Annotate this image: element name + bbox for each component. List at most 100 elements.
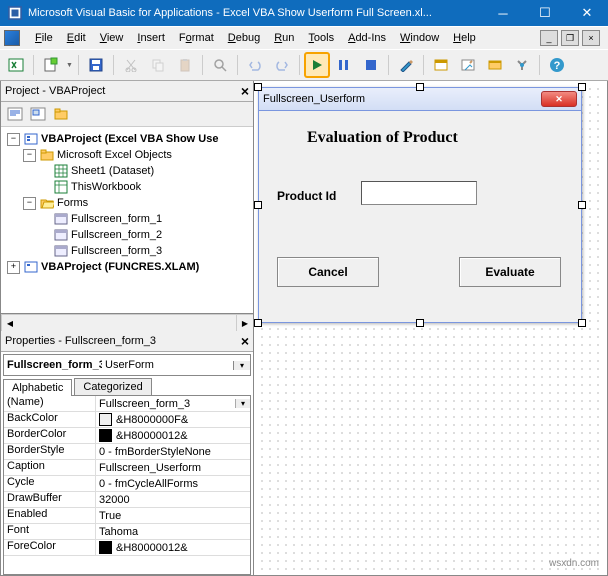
menu-debug[interactable]: Debug [221, 30, 267, 46]
prop-borderstyle-value[interactable]: 0 - fmBorderStyleNone [96, 444, 250, 459]
userform[interactable]: Fullscreen_Userform ✕ Evaluation of Prod… [258, 87, 582, 323]
tree-vbaproject[interactable]: VBAProject (Excel VBA Show Use [41, 133, 218, 145]
undo-icon[interactable] [243, 53, 267, 77]
help-icon[interactable]: ? [545, 53, 569, 77]
project-pane-title-text: Project - VBAProject [5, 85, 105, 97]
save-icon[interactable] [84, 53, 108, 77]
prop-forecolor-value[interactable]: &H80000012& [116, 542, 188, 554]
menu-window[interactable]: Window [393, 30, 446, 46]
resize-handle[interactable] [254, 201, 262, 209]
properties-pane-title: Properties - Fullscreen_form_3 × [1, 331, 253, 352]
resize-handle[interactable] [578, 201, 586, 209]
resize-handle[interactable] [254, 83, 262, 91]
project-explorer-icon[interactable] [429, 53, 453, 77]
view-excel-icon[interactable] [4, 53, 28, 77]
object-browser-icon[interactable] [483, 53, 507, 77]
insert-module-icon[interactable] [39, 53, 63, 77]
mdi-restore-button[interactable]: ❐ [561, 30, 579, 46]
toolbox-icon[interactable] [510, 53, 534, 77]
tab-alphabetic[interactable]: Alphabetic [3, 379, 72, 396]
prop-bordercolor-key: BorderColor [4, 428, 96, 443]
cancel-button[interactable]: Cancel [277, 257, 379, 287]
prop-backcolor-value[interactable]: &H8000000F& [116, 414, 188, 426]
window-minimize-button[interactable]: ─ [482, 0, 524, 26]
view-object-icon[interactable] [28, 105, 48, 123]
menu-run[interactable]: Run [267, 30, 301, 46]
prop-backcolor-key: BackColor [4, 412, 96, 427]
userform-close-button[interactable]: ✕ [541, 91, 577, 107]
cut-icon[interactable] [119, 53, 143, 77]
chevron-down-icon[interactable]: ▾ [233, 361, 250, 370]
heading-label[interactable]: Evaluation of Product [307, 129, 458, 147]
object-type: UserForm [102, 359, 233, 371]
paste-icon[interactable] [173, 53, 197, 77]
project-tree[interactable]: −VBAProject (Excel VBA Show Use −Microso… [1, 127, 253, 314]
tree-expander[interactable]: − [23, 197, 36, 210]
toggle-folders-icon[interactable] [51, 105, 71, 123]
window-close-button[interactable]: ✕ [566, 0, 608, 26]
prop-caption-value[interactable]: Fullscreen_Userform [96, 460, 250, 475]
window-maximize-button[interactable]: ☐ [524, 0, 566, 26]
prop-drawbuffer-value[interactable]: 32000 [96, 492, 250, 507]
mdi-minimize-button[interactable]: _ [540, 30, 558, 46]
tree-forms-folder[interactable]: Forms [57, 197, 88, 209]
tree-excel-objects-folder[interactable]: Microsoft Excel Objects [57, 149, 172, 161]
prop-font-key: Font [4, 524, 96, 539]
tree-thisworkbook[interactable]: ThisWorkbook [71, 181, 141, 193]
prop-name-value[interactable]: Fullscreen_form_3 [99, 398, 235, 410]
evaluate-button[interactable]: Evaluate [459, 257, 561, 287]
userform-icon [53, 212, 68, 226]
properties-grid[interactable]: (Name)Fullscreen_form_3▾ BackColor&H8000… [3, 396, 251, 575]
menu-format[interactable]: Format [172, 30, 221, 46]
menu-file[interactable]: File [28, 30, 60, 46]
run-button[interactable] [305, 53, 329, 77]
folder-open-icon [39, 196, 54, 210]
prop-enabled-value[interactable]: True [96, 508, 250, 523]
tree-funcres[interactable]: VBAProject (FUNCRES.XLAM) [41, 261, 199, 273]
menu-edit[interactable]: Edit [60, 30, 93, 46]
resize-handle[interactable] [578, 83, 586, 91]
redo-icon[interactable] [270, 53, 294, 77]
prop-cycle-value[interactable]: 0 - fmCycleAllForms [96, 476, 250, 491]
tree-expander[interactable]: − [7, 133, 20, 146]
userform-titlebar[interactable]: Fullscreen_Userform ✕ [259, 88, 581, 111]
resize-handle[interactable] [578, 319, 586, 327]
mdi-close-button[interactable]: × [582, 30, 600, 46]
menu-insert[interactable]: Insert [130, 30, 172, 46]
tree-sheet1[interactable]: Sheet1 (Dataset) [71, 165, 154, 177]
properties-pane-close-button[interactable]: × [241, 333, 249, 349]
tab-categorized[interactable]: Categorized [74, 378, 151, 395]
tree-hscrollbar[interactable]: ◀▶ [1, 314, 253, 331]
tree-form3[interactable]: Fullscreen_form_3 [71, 245, 162, 257]
resize-handle[interactable] [416, 83, 424, 91]
find-icon[interactable] [208, 53, 232, 77]
view-code-icon[interactable] [5, 105, 25, 123]
prop-caption-key: Caption [4, 460, 96, 475]
prop-font-value[interactable]: Tahoma [96, 524, 250, 539]
mdi-system-icon[interactable] [4, 30, 20, 46]
product-id-label[interactable]: Product Id [277, 189, 336, 203]
resize-handle[interactable] [416, 319, 424, 327]
menu-view[interactable]: View [93, 30, 131, 46]
design-mode-icon[interactable] [394, 53, 418, 77]
break-button[interactable] [332, 53, 356, 77]
chevron-down-icon[interactable]: ▾ [235, 399, 250, 408]
copy-icon[interactable] [146, 53, 170, 77]
tree-expander[interactable]: − [23, 149, 36, 162]
tree-form2[interactable]: Fullscreen_form_2 [71, 229, 162, 241]
reset-button[interactable] [359, 53, 383, 77]
product-id-textbox[interactable] [361, 181, 477, 205]
menu-addins[interactable]: Add-Ins [341, 30, 393, 46]
resize-handle[interactable] [254, 319, 262, 327]
menu-help[interactable]: Help [446, 30, 483, 46]
tree-expander[interactable]: + [7, 261, 20, 274]
window-title: Microsoft Visual Basic for Applications … [28, 7, 482, 19]
properties-window-icon[interactable] [456, 53, 480, 77]
project-pane-close-button[interactable]: × [241, 83, 249, 99]
menu-tools[interactable]: Tools [301, 30, 341, 46]
prop-bordercolor-value[interactable]: &H80000012& [116, 430, 188, 442]
object-selector[interactable]: Fullscreen_form_3 UserForm ▾ [3, 354, 251, 376]
form-designer[interactable]: Fullscreen_Userform ✕ Evaluation of Prod… [254, 81, 607, 575]
tree-form1[interactable]: Fullscreen_form_1 [71, 213, 162, 225]
menubar: File Edit View Insert Format Debug Run T… [0, 26, 608, 49]
